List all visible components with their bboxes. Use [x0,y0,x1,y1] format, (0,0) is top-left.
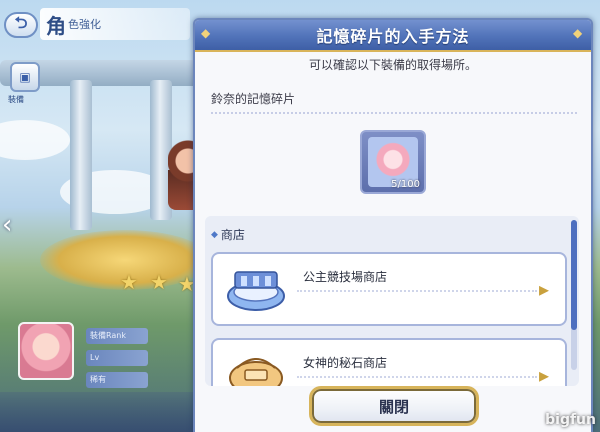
scrollbar-thumb[interactable] [571,220,577,330]
info-row-rarity: 稀有 [86,372,148,388]
watermark-logo: bigfun [545,412,596,428]
memory-piece-count: 5/100 [391,179,420,190]
bottom-strip [0,392,200,432]
source-list[interactable]: ◆ 商店 公主競技場商店 ▸ 女神的秘石商店 ▸ [205,216,579,386]
go-arrow-icon[interactable]: ▸ [539,274,555,304]
shop-card-arena[interactable]: 公主競技場商店 ▸ [211,252,567,326]
shop-card-goddess-stone[interactable]: 女神的秘石商店 ▸ [211,338,567,386]
rarity-star-icon: ★ [150,270,168,294]
goddess-stone-shop-icon [229,358,283,386]
screen-title-sub: 色強化 [68,18,101,31]
cloud [0,120,70,160]
info-row-level: Lv [86,350,148,366]
shop-divider [297,376,537,378]
screen-title-main: 角 [46,13,66,38]
memory-piece-item[interactable]: 5/100 [360,130,426,194]
close-button[interactable]: 關閉 [309,386,479,426]
previous-character-arrow-icon[interactable]: ‹ [2,210,12,240]
shop-name-arena: 公主競技場商店 [303,270,388,284]
character-portrait[interactable] [18,322,74,380]
shop-name-goddess-stone: 女神的秘石商店 [303,356,388,370]
header-ornament-icon: ◆ [573,26,583,40]
return-arrow-icon: ⮌ [14,12,28,32]
header-ornament-icon: ◆ [201,26,211,40]
stone-pillar [70,80,92,230]
diamond-bullet-icon: ◆ [211,229,218,240]
equipment-side-button[interactable]: ▣ [10,62,40,92]
shop-divider [297,290,537,292]
shop-section-header: ◆ 商店 [211,226,245,243]
shop-section-label: 商店 [220,228,245,242]
dialog-subtitle: 可以確認以下裝備的取得場所。 [308,58,477,72]
memory-piece-source-dialog: ◆ 記憶碎片的入手方法 ◆ 可以確認以下裝備的取得場所。 鈴奈的記憶碎片 5/1… [193,18,593,432]
dialog-header: ◆ 記憶碎片的入手方法 ◆ [195,20,591,52]
section-divider [211,112,577,114]
back-button[interactable]: ⮌ [4,12,38,38]
go-arrow-icon[interactable]: ▸ [539,360,555,386]
list-scrollbar[interactable] [571,220,577,370]
rarity-star-icon: ★ [120,270,138,294]
screen-title-plate: 角 色強化 [40,8,190,40]
equipment-side-label: 裝備 [8,95,24,104]
info-row-rank: 裝備Rank [86,328,148,344]
dialog-title: 記憶碎片的入手方法 [316,27,470,46]
equipment-icon: ▣ [19,70,31,84]
arena-shop-icon [227,271,285,311]
memory-piece-label: 鈴奈的記憶碎片 [211,92,296,106]
